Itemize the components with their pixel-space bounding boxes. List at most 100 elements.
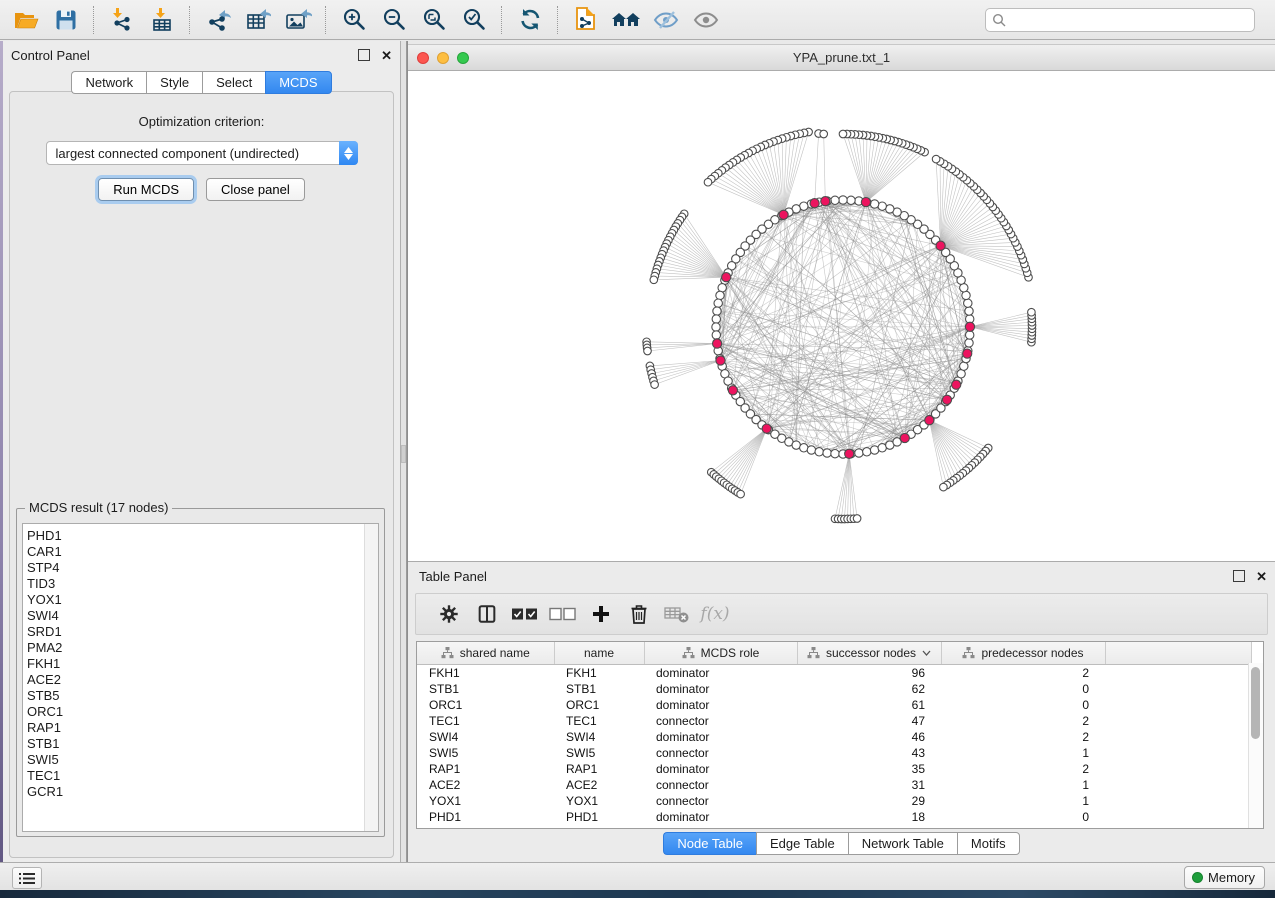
mcds-result-item[interactable]: STB5 bbox=[27, 688, 378, 704]
network-node[interactable] bbox=[807, 446, 815, 454]
close-table-panel-icon[interactable]: ✕ bbox=[1256, 570, 1267, 583]
zoom-out-button[interactable] bbox=[377, 4, 411, 36]
run-mcds-button[interactable]: Run MCDS bbox=[98, 178, 194, 201]
mcds-dominator-node[interactable] bbox=[965, 322, 974, 331]
mcds-dominator-node[interactable] bbox=[936, 241, 945, 250]
search-box[interactable] bbox=[985, 8, 1255, 32]
criterion-select[interactable]: largest connected component (undirected) bbox=[46, 141, 358, 165]
network-node[interactable] bbox=[870, 200, 878, 208]
mcds-dominator-node[interactable] bbox=[925, 416, 934, 425]
network-node[interactable] bbox=[716, 291, 724, 299]
network-node[interactable] bbox=[863, 448, 871, 456]
network-node[interactable] bbox=[820, 130, 828, 138]
network-node[interactable] bbox=[704, 178, 712, 186]
network-node[interactable] bbox=[847, 196, 855, 204]
network-node[interactable] bbox=[964, 299, 972, 307]
network-node[interactable] bbox=[831, 196, 839, 204]
zoom-fit-button[interactable] bbox=[417, 4, 451, 36]
mcds-dominator-node[interactable] bbox=[810, 199, 819, 208]
zoom-in-button[interactable] bbox=[337, 4, 371, 36]
mcds-result-item[interactable]: SWI4 bbox=[27, 608, 378, 624]
network-node[interactable] bbox=[839, 196, 847, 204]
network-node[interactable] bbox=[965, 307, 973, 315]
duplicate-network-button[interactable] bbox=[569, 4, 603, 36]
splitter-grip[interactable] bbox=[401, 445, 406, 463]
save-session-button[interactable] bbox=[49, 4, 83, 36]
mcds-result-item[interactable]: ORC1 bbox=[27, 704, 378, 720]
mcds-result-item[interactable]: SRD1 bbox=[27, 624, 378, 640]
mcds-result-item[interactable]: ACE2 bbox=[27, 672, 378, 688]
table-settings-button[interactable] bbox=[430, 599, 468, 629]
network-node[interactable] bbox=[966, 331, 974, 339]
table-row[interactable]: YOX1YOX1connector291 bbox=[417, 793, 1251, 809]
float-panel-icon[interactable] bbox=[358, 49, 370, 61]
table-row[interactable]: PHD1PHD1dominator180 bbox=[417, 809, 1251, 825]
mcds-dominator-node[interactable] bbox=[900, 433, 909, 442]
table-row[interactable]: FKH1FKH1dominator962 bbox=[417, 665, 1251, 682]
network-node[interactable] bbox=[823, 449, 831, 457]
table-tab-motifs[interactable]: Motifs bbox=[957, 832, 1020, 855]
select-all-button[interactable] bbox=[506, 599, 544, 629]
network-node[interactable] bbox=[815, 448, 823, 456]
export-image-button[interactable] bbox=[281, 4, 315, 36]
mcds-dominator-node[interactable] bbox=[722, 273, 731, 282]
close-panel-button[interactable]: Close panel bbox=[206, 178, 305, 201]
mcds-result-item[interactable]: STP4 bbox=[27, 560, 378, 576]
network-window-titlebar[interactable]: YPA_prune.txt_1 bbox=[408, 44, 1275, 71]
mcds-result-item[interactable]: GCR1 bbox=[27, 784, 378, 800]
delete-table-button[interactable] bbox=[658, 599, 696, 629]
column-header-shared-name[interactable]: shared name bbox=[417, 642, 554, 665]
mcds-dominator-node[interactable] bbox=[762, 424, 771, 433]
float-table-panel-icon[interactable] bbox=[1233, 570, 1245, 582]
network-node[interactable] bbox=[714, 299, 722, 307]
column-header-MCDS-role[interactable]: MCDS role bbox=[644, 642, 797, 665]
mcds-result-item[interactable]: FKH1 bbox=[27, 656, 378, 672]
result-scrollbar[interactable] bbox=[364, 524, 378, 831]
mcds-result-item[interactable]: TEC1 bbox=[27, 768, 378, 784]
import-network-button[interactable] bbox=[105, 4, 139, 36]
network-canvas[interactable] bbox=[408, 71, 1275, 562]
network-node[interactable] bbox=[839, 130, 847, 138]
mcds-result-list[interactable]: PHD1CAR1STP4TID3YOX1SWI4SRD1PMA2FKH1ACE2… bbox=[22, 523, 379, 832]
tab-select[interactable]: Select bbox=[202, 71, 265, 94]
mcds-result-item[interactable]: STB1 bbox=[27, 736, 378, 752]
window-maximize-icon[interactable] bbox=[457, 52, 469, 64]
add-column-button[interactable] bbox=[582, 599, 620, 629]
panel-splitter[interactable] bbox=[400, 41, 407, 862]
mcds-dominator-node[interactable] bbox=[845, 449, 854, 458]
network-node[interactable] bbox=[650, 276, 658, 284]
column-header-name[interactable]: name bbox=[554, 642, 644, 665]
export-network-button[interactable] bbox=[201, 4, 235, 36]
mcds-dominator-node[interactable] bbox=[716, 356, 725, 365]
mcds-dominator-node[interactable] bbox=[713, 339, 722, 348]
network-node[interactable] bbox=[644, 347, 652, 355]
network-node[interactable] bbox=[651, 381, 659, 389]
show-columns-button[interactable] bbox=[468, 599, 506, 629]
node-table[interactable]: shared namenameMCDS rolesuccessor nodesp… bbox=[416, 641, 1264, 829]
mcds-dominator-node[interactable] bbox=[942, 395, 951, 404]
mcds-dominator-node[interactable] bbox=[952, 380, 961, 389]
table-tab-network-table[interactable]: Network Table bbox=[848, 832, 957, 855]
table-row[interactable]: ACE2ACE2connector311 bbox=[417, 777, 1251, 793]
mcds-result-item[interactable]: PHD1 bbox=[27, 528, 378, 544]
mcds-result-item[interactable]: SWI5 bbox=[27, 752, 378, 768]
mcds-dominator-node[interactable] bbox=[861, 198, 870, 207]
mcds-dominator-node[interactable] bbox=[821, 197, 830, 206]
table-scrollbar[interactable] bbox=[1248, 663, 1263, 828]
column-header-predecessor-nodes[interactable]: predecessor nodes bbox=[941, 642, 1105, 665]
show-all-button[interactable] bbox=[689, 4, 723, 36]
open-session-button[interactable] bbox=[9, 4, 43, 36]
table-row[interactable]: ORC1ORC1dominator610 bbox=[417, 697, 1251, 713]
table-scrollbar-thumb[interactable] bbox=[1251, 667, 1260, 739]
network-node[interactable] bbox=[965, 339, 973, 347]
table-row[interactable]: TEC1TEC1connector472 bbox=[417, 713, 1251, 729]
network-node[interactable] bbox=[712, 331, 720, 339]
mcds-result-item[interactable]: TID3 bbox=[27, 576, 378, 592]
network-node[interactable] bbox=[737, 490, 745, 498]
network-node[interactable] bbox=[712, 315, 720, 323]
tab-style[interactable]: Style bbox=[146, 71, 202, 94]
network-node[interactable] bbox=[853, 515, 861, 523]
network-node[interactable] bbox=[831, 450, 839, 458]
network-node[interactable] bbox=[712, 323, 720, 331]
table-row[interactable]: RAP1RAP1dominator352 bbox=[417, 761, 1251, 777]
